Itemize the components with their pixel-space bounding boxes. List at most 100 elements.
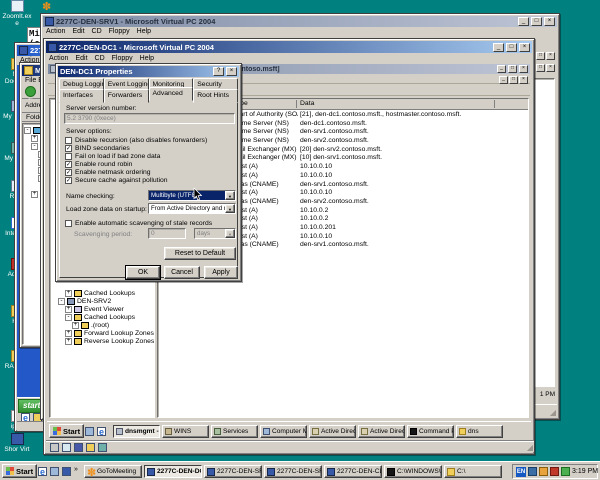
menu-item[interactable]: Floppy — [112, 55, 133, 62]
taskbar-task[interactable]: 2277C-DEN-SRV1 ... — [204, 465, 262, 478]
checkbox[interactable] — [65, 137, 72, 144]
tab-interfaces[interactable]: Interfaces — [59, 89, 104, 103]
column-header-data[interactable]: Data — [300, 100, 314, 107]
apply-button[interactable]: Apply — [204, 266, 238, 279]
taskbar-task[interactable]: Command Pro... — [407, 425, 454, 438]
taskbar-task[interactable]: Computer Ma... — [260, 425, 307, 438]
dialog-titlebar[interactable]: DEN-DC1 Properties — [58, 66, 239, 77]
server-option-row[interactable]: Disable recursion (also disables forward… — [65, 136, 235, 144]
taskbar-task[interactable]: dns — [456, 425, 503, 438]
column-divider[interactable] — [494, 100, 495, 108]
quicklaunch-icon[interactable] — [62, 467, 71, 476]
maximize-button[interactable] — [506, 43, 517, 52]
taskbar-task[interactable]: Active Directo... — [309, 425, 356, 438]
restore-button[interactable] — [508, 65, 517, 73]
resize-grip[interactable] — [550, 408, 556, 417]
checkbox[interactable]: ✓ — [65, 169, 72, 176]
sharedfolder-status-icon[interactable] — [86, 443, 95, 452]
resize-grip[interactable] — [527, 443, 533, 452]
dropdown-arrow[interactable] — [225, 191, 235, 200]
close-button[interactable] — [544, 17, 555, 26]
close-button[interactable] — [226, 67, 237, 76]
checkbox[interactable]: ✓ — [65, 145, 72, 152]
harddisk-status-icon[interactable] — [50, 443, 59, 452]
dns-tree-item[interactable]: - DEN-SRV2 — [51, 297, 154, 305]
child-restore-button[interactable] — [509, 76, 518, 84]
expand-toggle[interactable]: + — [65, 306, 72, 313]
checkbox[interactable] — [65, 220, 72, 227]
expand-toggle[interactable]: + — [65, 330, 72, 337]
column-divider[interactable] — [296, 100, 297, 108]
scavenging-checkbox-row[interactable]: Enable automatic scavenging of stale rec… — [65, 219, 237, 227]
dc1-menubar[interactable]: ActionEditCDFloppyHelp — [44, 53, 534, 63]
expand-toggle[interactable]: - — [31, 143, 38, 150]
maximize-button[interactable] — [531, 17, 542, 26]
expand-toggle[interactable]: - — [58, 298, 65, 305]
expand-toggle[interactable]: + — [65, 338, 72, 345]
tray-icon[interactable] — [550, 467, 559, 476]
quicklaunch-overflow-chevron[interactable] — [74, 466, 78, 473]
server-option-row[interactable]: ✓ Enable round robin — [65, 160, 235, 168]
server-option-row[interactable]: Fail on load if bad zone data — [65, 152, 235, 160]
close-button[interactable] — [519, 65, 528, 73]
language-indicator[interactable]: EN — [516, 467, 526, 477]
quicklaunch-icon[interactable] — [97, 427, 106, 436]
child-close-button[interactable] — [519, 76, 528, 84]
name-checking-select[interactable]: Multibyte (UTF8) — [148, 190, 236, 201]
dns-tree-item[interactable]: + Reverse Lookup Zones — [51, 337, 154, 345]
tab-root-hints[interactable]: Root Hints — [193, 89, 238, 103]
minimize-button[interactable] — [497, 65, 506, 73]
checkbox[interactable]: ✓ — [65, 177, 72, 184]
dns-tree-item[interactable]: + Cached Lookups — [51, 289, 154, 297]
taskbar-task[interactable]: GoToMeeting — [84, 465, 142, 478]
menu-item[interactable]: Floppy — [109, 28, 130, 35]
menu-item[interactable]: Action — [46, 28, 65, 35]
tray-icon[interactable] — [561, 467, 570, 476]
checkbox[interactable]: ✓ — [65, 161, 72, 168]
taskbar-task[interactable]: Services — [211, 425, 258, 438]
dc1-start-button[interactable]: Start — [49, 424, 84, 438]
dns-tree-item[interactable]: + Forward Lookup Zones — [51, 329, 154, 337]
tray-icon[interactable] — [539, 467, 548, 476]
quicklaunch-ie-icon[interactable] — [38, 467, 47, 476]
taskbar-task[interactable]: 2277C-DEN-DC1 ... — [144, 465, 202, 478]
menu-item[interactable]: Help — [140, 55, 154, 62]
ok-button[interactable]: OK — [126, 266, 160, 279]
server-option-row[interactable]: ✓ Enable netmask ordering — [65, 168, 235, 176]
tab-advanced[interactable]: Advanced — [149, 87, 194, 101]
dns-tree-item[interactable]: + Event Viewer — [51, 305, 154, 313]
expand-toggle[interactable]: + — [31, 191, 38, 198]
menu-item[interactable]: Help — [137, 28, 151, 35]
cd-status-icon[interactable] — [62, 443, 71, 452]
taskbar-task[interactable]: dnsmgmt - [... — [113, 425, 160, 438]
dns-tree-item[interactable]: - Cached Lookups — [51, 313, 154, 321]
child-minimize-button[interactable] — [499, 76, 508, 84]
tab-forwarders[interactable]: Forwarders — [104, 89, 149, 103]
expand-toggle[interactable]: - — [65, 314, 72, 321]
floppy-status-icon[interactable] — [74, 443, 83, 452]
cancel-button[interactable]: Cancel — [164, 266, 200, 279]
taskbar-task[interactable]: C:\WINDOWS\sys... — [384, 465, 442, 478]
host-start-button[interactable]: Start — [2, 464, 37, 478]
desktop-icon[interactable]: Shor Virt — [2, 433, 32, 453]
menu-item[interactable]: Edit — [75, 55, 87, 62]
menu-item[interactable]: CD — [92, 28, 102, 35]
taskbar-task[interactable]: Active Directo... — [358, 425, 405, 438]
desktop-icon[interactable]: ZoomIt.exe — [2, 0, 32, 27]
close-button[interactable] — [546, 64, 555, 72]
dns-tree-item[interactable]: + .(root) — [51, 321, 154, 329]
checkbox[interactable] — [65, 153, 72, 160]
quicklaunch-icon[interactable] — [85, 427, 94, 436]
expand-toggle[interactable]: + — [31, 135, 38, 142]
restore-button[interactable] — [536, 52, 545, 60]
back-button[interactable] — [25, 86, 36, 97]
srv1-titlebar[interactable]: 2277C-DEN-SRV1 - Microsoft Virtual PC 20… — [43, 16, 557, 27]
expand-toggle[interactable]: + — [65, 290, 72, 297]
load-zone-select[interactable]: From Active Directory and registry — [148, 203, 236, 214]
server-option-row[interactable]: ✓ BIND secondaries — [65, 144, 235, 152]
taskbar-task[interactable]: 2277C-DEN-SRV2 ... — [264, 465, 322, 478]
taskbar-task[interactable]: C:\ — [444, 465, 502, 478]
network-status-icon[interactable] — [98, 443, 107, 452]
close-button[interactable] — [519, 43, 530, 52]
dropdown-arrow[interactable] — [225, 204, 235, 213]
